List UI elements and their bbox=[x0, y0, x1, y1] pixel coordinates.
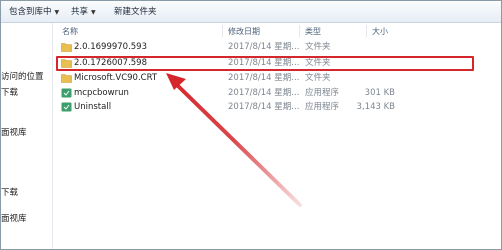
file-size: 301 KB bbox=[364, 88, 395, 98]
column-name-header[interactable]: 名称 bbox=[62, 26, 78, 37]
include-in-library-label: 包含到库中 bbox=[9, 7, 52, 17]
column-divider[interactable] bbox=[366, 25, 367, 37]
file-type: 文件夹 bbox=[305, 42, 331, 52]
highlight-box bbox=[56, 56, 474, 71]
file-name: Uninstall bbox=[74, 102, 112, 112]
file-type: 文件夹 bbox=[305, 73, 331, 83]
file-row[interactable]: 2.0.1699970.593 2017/8/14 星期... 文件夹 bbox=[54, 41, 501, 54]
nav-item-label: 下载 bbox=[1, 188, 19, 198]
file-row[interactable]: mcpcbowrun 2017/8/14 星期... 应用程序 301 KB bbox=[54, 87, 501, 100]
nav-item-downloads[interactable]: 下载 bbox=[1, 87, 18, 99]
nav-item-downloads-2[interactable]: 下载 bbox=[1, 187, 18, 199]
nav-item-label: 访问的位置 bbox=[1, 72, 44, 82]
folder-icon bbox=[61, 43, 72, 52]
share-button[interactable]: 共享 ▼ bbox=[71, 6, 96, 19]
file-row[interactable]: Uninstall 2017/8/14 星期... 应用程序 3,143 KB bbox=[54, 101, 501, 114]
file-date: 2017/8/14 星期... bbox=[228, 88, 300, 98]
navigation-pane: 访问的位置 下载 面视库 下载 面视库 bbox=[1, 23, 53, 249]
share-label: 共享 bbox=[71, 7, 89, 17]
column-type-header[interactable]: 类型 bbox=[305, 26, 321, 37]
app-icon bbox=[61, 102, 72, 112]
column-size-header[interactable]: 大小 bbox=[372, 26, 388, 37]
app-icon bbox=[61, 88, 72, 98]
file-date: 2017/8/14 星期... bbox=[228, 102, 300, 112]
nav-item-label: 面视库 bbox=[1, 128, 27, 138]
column-header: 名称 修改日期 类型 大小 bbox=[54, 23, 501, 39]
toolbar: 包含到库中 ▼ 共享 ▼ 新建文件夹 bbox=[1, 1, 501, 23]
file-type: 应用程序 bbox=[305, 102, 340, 112]
include-in-library-button[interactable]: 包含到库中 ▼ bbox=[9, 6, 59, 19]
file-date: 2017/8/14 星期... bbox=[228, 42, 300, 52]
column-date-header[interactable]: 修改日期 bbox=[228, 26, 260, 37]
chevron-down-icon: ▼ bbox=[54, 9, 60, 16]
new-folder-button[interactable]: 新建文件夹 bbox=[114, 6, 157, 19]
file-name: 2.0.1699970.593 bbox=[74, 42, 148, 52]
column-divider[interactable] bbox=[222, 25, 223, 37]
nav-item-video-library[interactable]: 面视库 bbox=[1, 127, 27, 139]
file-row[interactable]: Microsoft.VC90.CRT 2017/8/14 星期... 文件夹 bbox=[54, 72, 501, 85]
new-folder-label: 新建文件夹 bbox=[114, 7, 157, 17]
nav-item-video-library-2[interactable]: 面视库 bbox=[1, 213, 27, 225]
file-date: 2017/8/14 星期... bbox=[228, 73, 300, 83]
file-name: Microsoft.VC90.CRT bbox=[74, 73, 158, 83]
nav-item-label: 面视库 bbox=[1, 214, 27, 224]
file-type: 应用程序 bbox=[305, 88, 340, 98]
nav-item-label: 下载 bbox=[1, 88, 19, 98]
nav-item-recent-places[interactable]: 访问的位置 bbox=[1, 71, 44, 83]
file-name: mcpcbowrun bbox=[74, 88, 129, 98]
column-divider[interactable] bbox=[299, 25, 300, 37]
file-size: 3,143 KB bbox=[356, 102, 395, 112]
folder-icon bbox=[61, 74, 72, 83]
chevron-down-icon: ▼ bbox=[91, 9, 96, 16]
